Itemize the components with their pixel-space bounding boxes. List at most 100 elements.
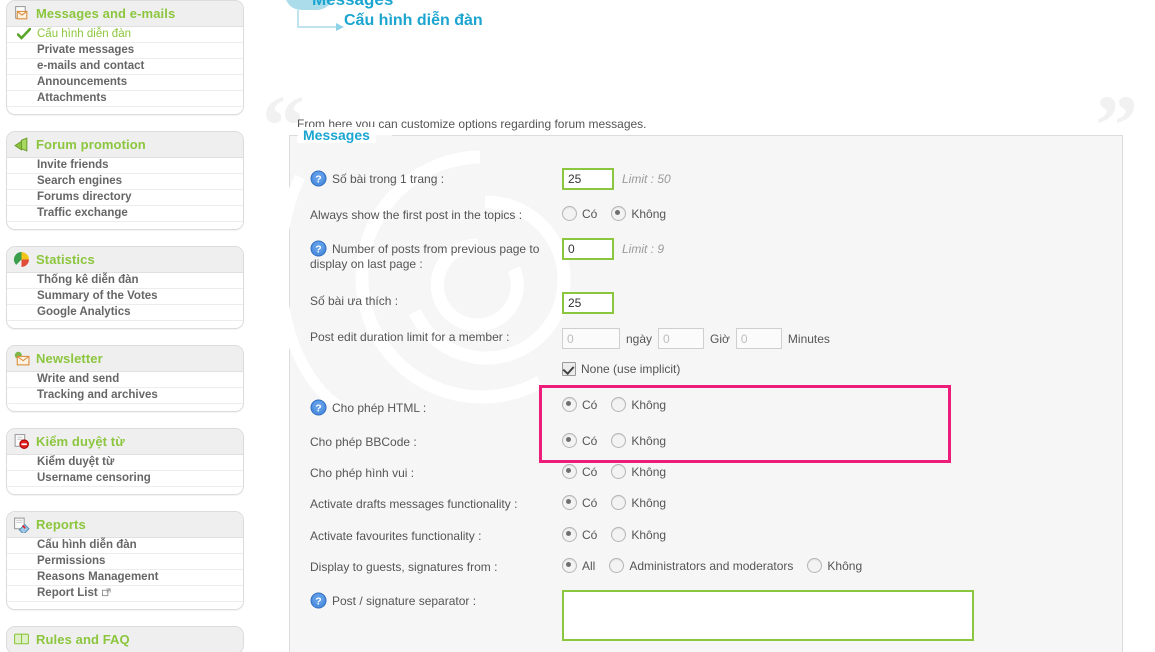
radio-label: Không [631, 464, 667, 479]
input-edit-days[interactable] [562, 328, 620, 349]
sidebar-block-header: Forum promotion [7, 132, 243, 158]
checkbox-label: None (use implicit) [581, 362, 681, 376]
sidebar-item-label: Permissions [37, 555, 106, 567]
radio-dot [609, 558, 625, 573]
sidebar-item-google-analytics[interactable]: Google Analytics [7, 305, 243, 321]
radio-guest-signatures-0[interactable]: All [562, 558, 595, 573]
setting-row-always-show-first-post: Always show the first post in the topics… [300, 206, 1140, 226]
sidebar-item-ki-m-duy-t-t[interactable]: Kiểm duyệt từ [7, 455, 243, 471]
input-favourite-posts[interactable] [562, 292, 614, 314]
setting-row-activate-drafts: Activate drafts messages functionality :… [300, 495, 1140, 515]
sidebar-block-title: Kiểm duyệt từ [36, 434, 125, 449]
setting-control: Có Không [562, 397, 1130, 412]
sidebar-item-c-u-h-nh-di-n-n[interactable]: Cấu hình diễn đàn [7, 27, 243, 43]
setting-label-wrap: Display to guests, signatures from : [310, 558, 562, 575]
sidebar-item-c-u-h-nh-di-n-n[interactable]: Cấu hình diễn đàn [7, 538, 243, 554]
setting-label-wrap: Post edit duration limit for a member : [310, 328, 562, 345]
radio-activate-drafts-1[interactable]: Không [611, 495, 666, 510]
radio-dot [562, 495, 577, 510]
setting-label-wrap: Số bài ưa thích : [310, 292, 562, 309]
help-icon: ? [310, 170, 327, 187]
radio-allow-html-1[interactable]: Không [611, 397, 666, 412]
input-posts-per-page[interactable] [562, 168, 614, 190]
setting-row-allow-html: ? Cho phép HTML : Có Không [300, 397, 1140, 417]
help-icon-wrap[interactable]: ? [310, 170, 332, 187]
setting-row-allow-smilies: Cho phép hình vui : Có Không [300, 464, 1140, 484]
panel-legend: Messages [297, 127, 376, 143]
sidebar-item-invite-friends[interactable]: Invite friends [7, 158, 243, 174]
radio-label: Không [631, 397, 667, 412]
envelope-icon [13, 350, 36, 367]
help-icon-wrap[interactable]: ? [310, 592, 332, 609]
input-edit-minutes[interactable] [735, 328, 782, 349]
setting-control [562, 292, 1130, 314]
radio-allow-smilies-0[interactable]: Có [562, 464, 597, 479]
sidebar-item-summary-of-the-votes[interactable]: Summary of the Votes [7, 289, 243, 305]
radio-dot [562, 206, 577, 221]
sidebar-item-forums-directory[interactable]: Forums directory [7, 190, 243, 206]
radio-allow-bbcode-0[interactable]: Có [562, 433, 597, 448]
help-icon-wrap[interactable]: ? [310, 240, 332, 257]
radio-allow-smilies-1[interactable]: Không [611, 464, 666, 479]
sidebar-item-username-censoring[interactable]: Username censoring [7, 471, 243, 487]
checkbox-none-use-implicit[interactable]: None (use implicit) [562, 362, 680, 376]
sidebar-item-write-and-send[interactable]: Write and send [7, 372, 243, 388]
setting-label: Cho phép HTML : [332, 401, 427, 415]
sidebar-item-th-ng-k-di-n-n[interactable]: Thống kê diễn đàn [7, 273, 243, 289]
sidebar-list: Thống kê diễn đàn Summary of the Votes Goo… [7, 273, 243, 328]
sidebar-item-label: Attachments [37, 92, 107, 104]
sidebar-list: Cấu hình diễn đàn Private messages e-mails… [7, 27, 243, 114]
input-edit-hours[interactable] [658, 328, 705, 349]
sidebar-item-e-mails-and-contact[interactable]: e-mails and contact [7, 59, 243, 75]
unit-minutes: Minutes [787, 331, 830, 346]
pie-chart-icon [13, 251, 36, 268]
radio-label: Có [582, 527, 598, 542]
sidebar-item-traffic-exchange[interactable]: Traffic exchange [7, 206, 243, 222]
radio-allow-html-0[interactable]: Có [562, 397, 597, 412]
sidebar-block-header: Messages and e-mails [7, 1, 243, 27]
setting-label-wrap: ? Số bài trong 1 trang : [310, 168, 562, 187]
main-content: Messages Cấu hình diễn đàn “ ” From here… [252, 0, 1155, 652]
radio-dot [611, 206, 627, 221]
sidebar-block-7: Rules and FAQ [6, 626, 244, 652]
sidebar-item-report-list[interactable]: Report List [7, 586, 243, 602]
sidebar-item-attachments[interactable]: Attachments [7, 91, 243, 107]
setting-control: Limit : 50 [562, 168, 1130, 190]
help-icon-wrap[interactable]: ? [310, 399, 332, 416]
input-posts-from-previous-page[interactable] [562, 238, 614, 260]
unit-days: ngày [626, 331, 653, 346]
setting-control: Có Không [562, 464, 1130, 479]
textarea-signature-separator[interactable] [562, 590, 974, 641]
external-link-icon [101, 588, 111, 597]
sidebar-item-label: Cấu hình diễn đàn [37, 539, 137, 551]
sidebar-item-reasons-management[interactable]: Reasons Management [7, 570, 243, 586]
sidebar-item-label: Announcements [37, 76, 128, 88]
radio-activate-favourites-1[interactable]: Không [611, 527, 666, 542]
setting-row-activate-favourites: Activate favourites functionality : Có Khô… [300, 527, 1140, 547]
svg-text:?: ? [315, 243, 321, 255]
sidebar-item-search-engines[interactable]: Search engines [7, 174, 243, 190]
sidebar-item-announcements[interactable]: Announcements [7, 75, 243, 91]
radio-label: Không [631, 206, 667, 221]
limit-hint: Limit : 9 [622, 242, 665, 256]
radio-dot [562, 527, 577, 542]
radio-always-show-first-post-0[interactable]: Có [562, 206, 597, 221]
setting-row-allow-bbcode: Cho phép BBCode : Có Không [300, 433, 1140, 453]
radio-guest-signatures-1[interactable]: Administrators and moderators [609, 558, 793, 573]
sidebar-item-private-messages[interactable]: Private messages [7, 43, 243, 59]
book-icon [13, 631, 36, 648]
sidebar-item-permissions[interactable]: Permissions [7, 554, 243, 570]
radio-dot [562, 433, 577, 448]
sidebar-block-title: Rules and FAQ [36, 632, 130, 647]
sidebar-item-tracking-and-archives[interactable]: Tracking and archives [7, 388, 243, 404]
radio-allow-bbcode-1[interactable]: Không [611, 433, 666, 448]
sidebar-block-3: Statistics Thống kê diễn đàn Summary of th… [6, 246, 244, 329]
breadcrumb: Messages Cấu hình diễn đàn [252, 0, 1155, 44]
setting-label-wrap: ? Cho phép HTML : [310, 397, 562, 416]
limit-hint: Limit : 50 [622, 172, 671, 186]
radio-guest-signatures-2[interactable]: Không [807, 558, 862, 573]
radio-activate-drafts-0[interactable]: Có [562, 495, 597, 510]
radio-always-show-first-post-1[interactable]: Không [611, 206, 666, 221]
breadcrumb-parent-label: Messages [312, 0, 393, 10]
radio-activate-favourites-0[interactable]: Có [562, 527, 597, 542]
